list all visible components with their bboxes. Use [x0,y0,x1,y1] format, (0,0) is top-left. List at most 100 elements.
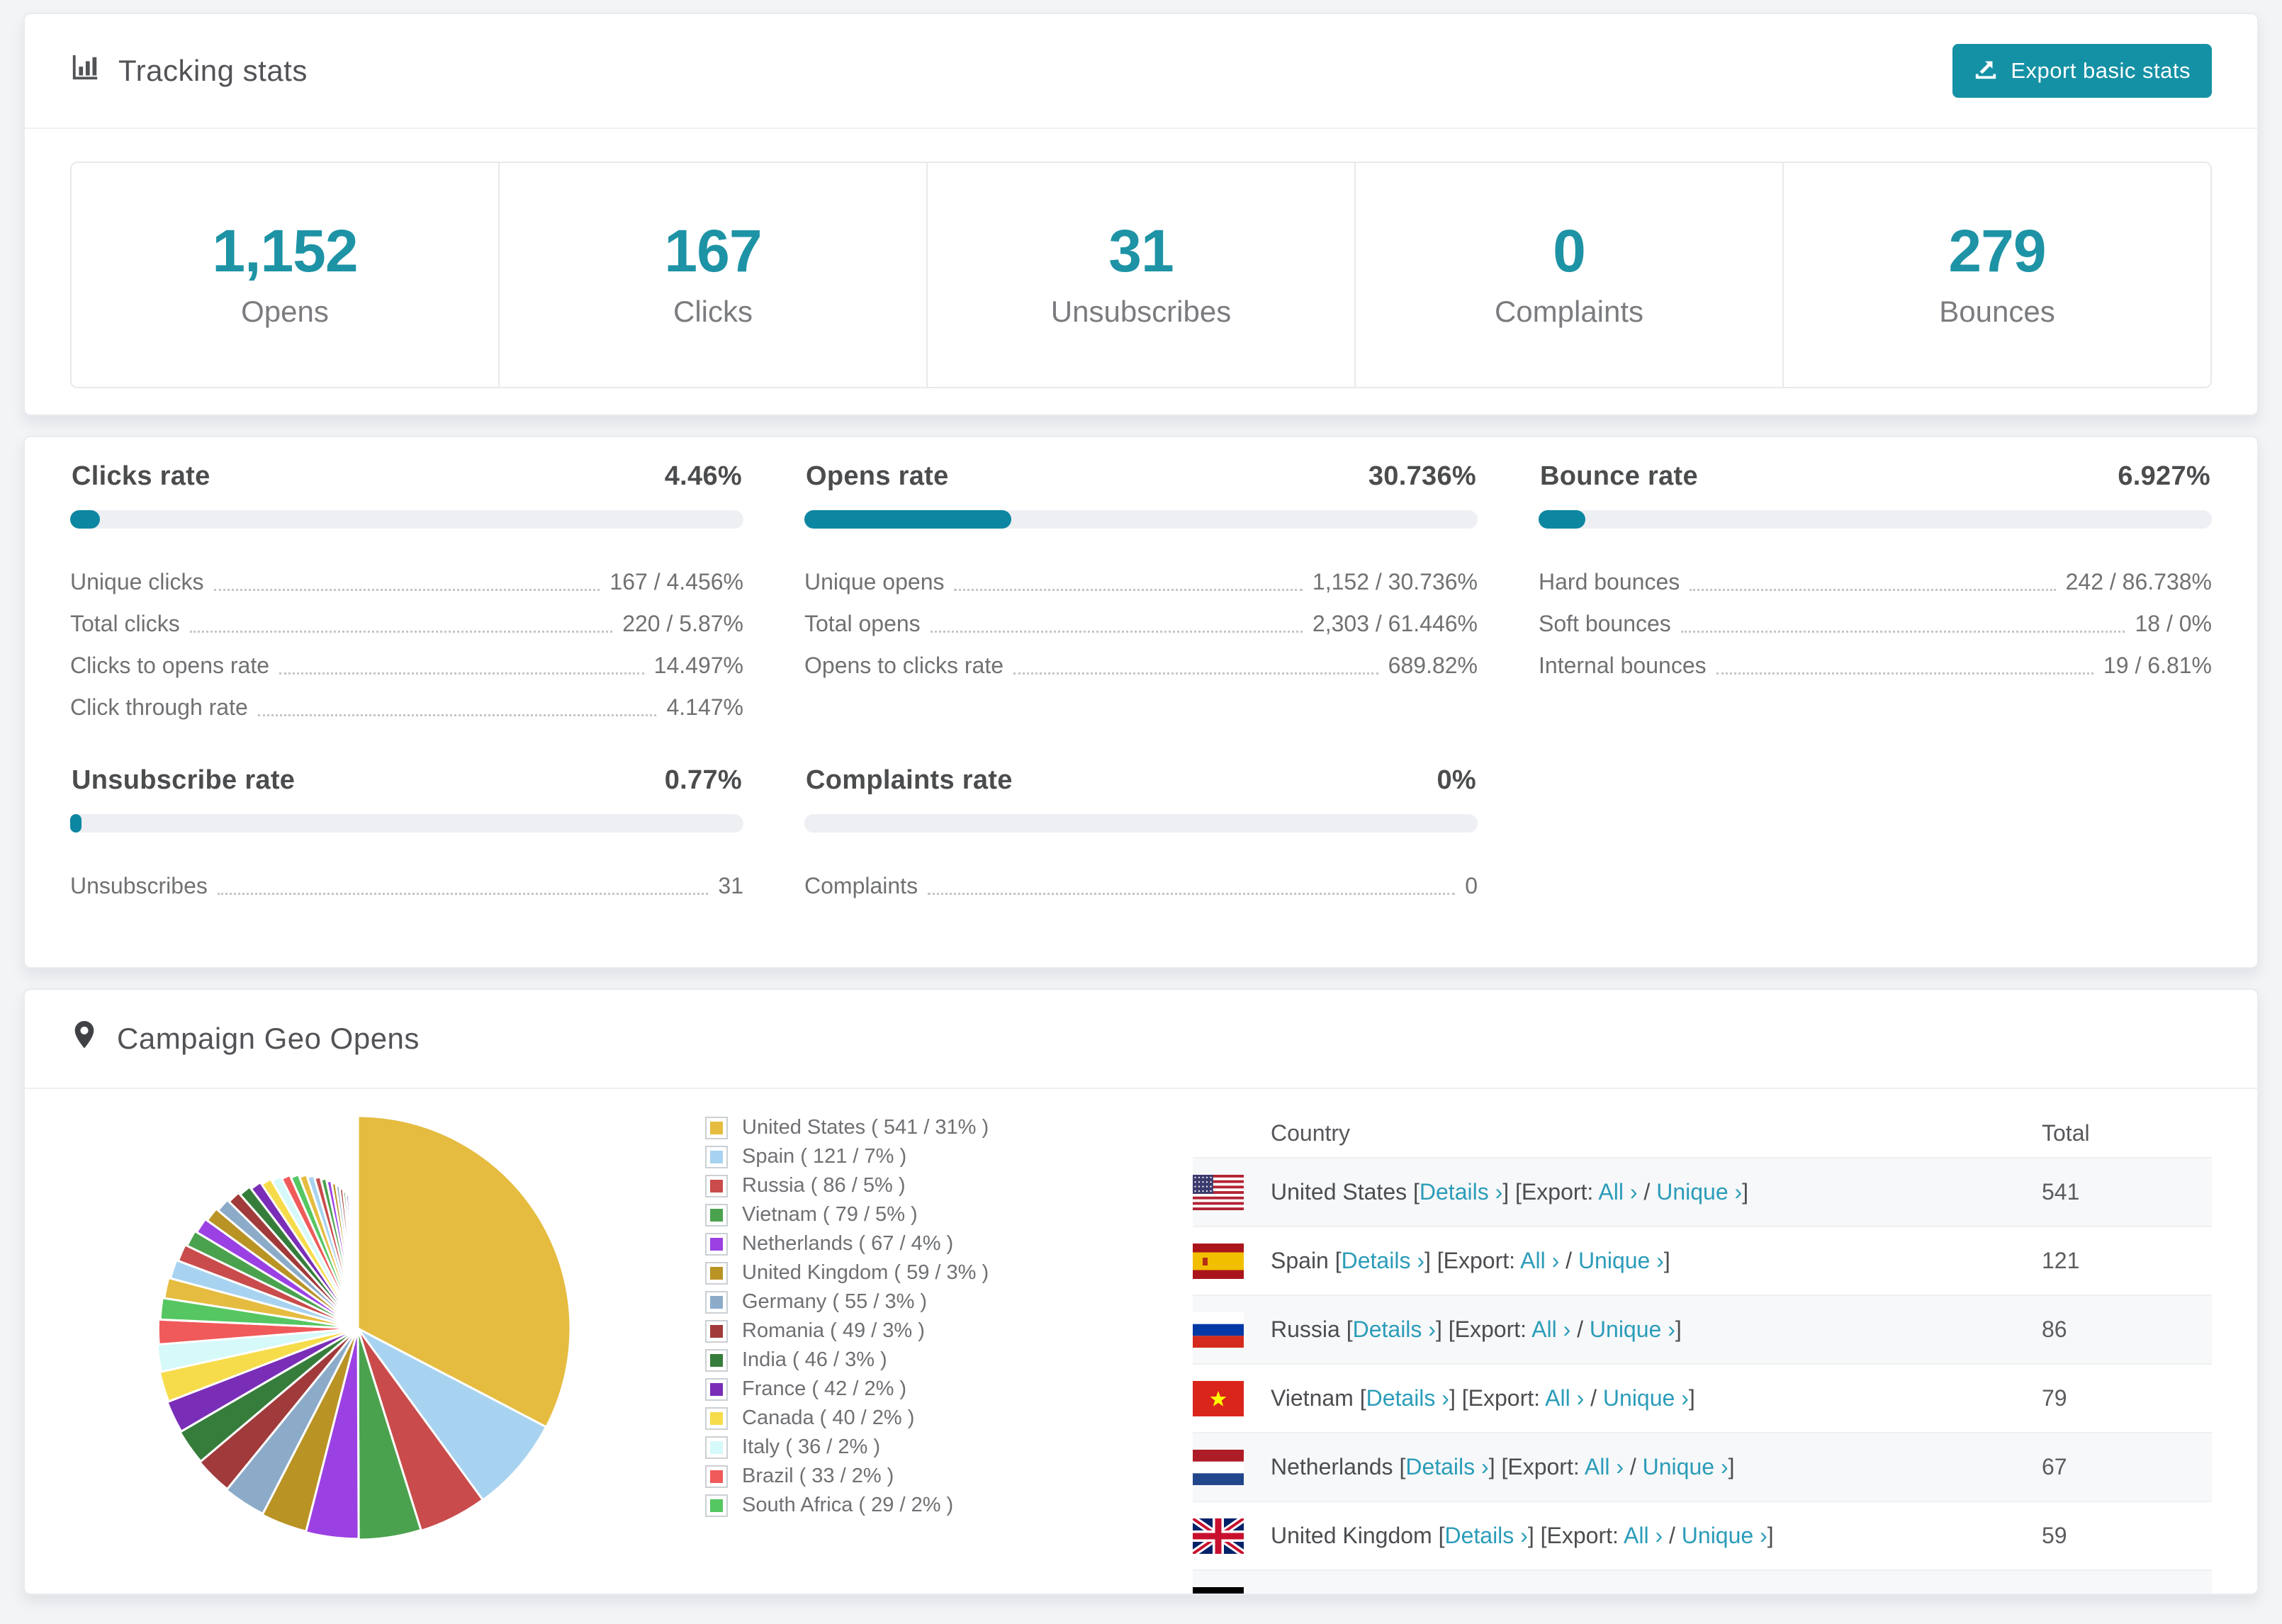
details-link[interactable]: Details › [1405,1454,1488,1479]
progress-bar [804,814,1478,833]
details-link[interactable]: Details › [1444,1523,1527,1548]
rate-row: Clicks to opens rate 14.497% [70,639,743,681]
bracket: ] [Export: [1424,1248,1521,1273]
rate-row: Hard bounces 242 / 86.738% [1539,556,2212,597]
country-name: Vietnam [1271,1385,1354,1411]
rate-title: Bounce rate [1540,461,1698,491]
rate-block-opens-rate: Opens rate 30.736% Unique opens 1,152 / 30.… [804,461,1478,723]
legend-item-russia[interactable]: Russia ( 86 / 5% ) [705,1171,1193,1200]
legend-label: South Africa ( 29 / 2% ) [742,1494,954,1516]
rate-rows: Unique clicks 167 / 4.456% Total clicks 220… [70,556,743,723]
geo-table-header: Country Total [1193,1109,2212,1157]
legend-item-canada[interactable]: Canada ( 40 / 2% ) [705,1404,1193,1433]
details-link[interactable]: Details › [1342,1248,1424,1273]
rates-card: Clicks rate 4.46% Unique clicks 167 / 4.456… [23,436,2259,969]
export-all-link[interactable]: All › [1598,1179,1637,1205]
dotted-leader [1013,672,1378,675]
legend-item-italy[interactable]: Italy ( 36 / 2% ) [705,1433,1193,1462]
export-unique-link[interactable]: Unique › [1578,1248,1664,1273]
progress-bar-fill [70,510,101,529]
country-name: United Kingdom [1271,1523,1432,1548]
export-unique-link[interactable]: Unique › [1603,1385,1689,1411]
details-link[interactable]: Details › [1420,1179,1502,1205]
legend-label: Netherlands ( 67 / 4% ) [742,1232,954,1255]
flag-us-icon [1193,1174,1244,1210]
legend-item-vietnam[interactable]: Vietnam ( 79 / 5% ) [705,1200,1193,1229]
progress-bar [70,510,743,529]
stat-value-complaints: 0 [1553,218,1586,284]
rate-title: Clicks rate [72,461,210,491]
export-unique-link[interactable]: Unique › [1643,1454,1729,1479]
export-unique-link[interactable]: Unique › [1590,1316,1675,1342]
rate-row-label: Unique opens [804,569,945,594]
legend-item-germany[interactable]: Germany ( 55 / 3% ) [705,1287,1193,1316]
legend-label: Russia ( 86 / 5% ) [742,1174,906,1197]
bracket: ] [1675,1316,1682,1342]
progress-bar [804,510,1478,529]
geo-table-header-country: Country [1271,1120,1351,1146]
legend-item-netherlands[interactable]: Netherlands ( 67 / 4% ) [705,1229,1193,1258]
flag-nl-icon [1193,1449,1244,1485]
pie-slice-other[interactable] [356,1214,359,1329]
dotted-leader [1716,672,2093,675]
export-all-link[interactable]: All › [1520,1248,1559,1273]
rate-row-label: Total clicks [70,611,180,636]
rate-value: 0% [1437,765,1476,795]
flag-vn-icon [1193,1380,1244,1416]
export-all-link[interactable]: All › [1585,1454,1624,1479]
stats-row: 1,152 Opens 167 Clicks 31 Unsubscribes 0… [70,162,2212,388]
legend-item-france[interactable]: France ( 42 / 2% ) [705,1375,1193,1404]
legend-swatch-icon [705,1232,728,1256]
bracket: [ [1393,1454,1406,1479]
geo-country-cell: Spain [Details ›] [Export: All › / Uniqu… [1271,1248,2042,1274]
export-all-link[interactable]: All › [1624,1523,1663,1548]
rate-rows: Unsubscribes 31 [70,859,743,901]
stat-cell-complaints: 0 Complaints [1354,163,1782,387]
legend-item-united-states[interactable]: United States ( 541 / 31% ) [705,1113,1193,1142]
progress-bar [70,814,743,833]
rate-row-label: Total opens [804,611,921,636]
bracket: / [1584,1385,1603,1411]
legend-swatch-icon [705,1145,728,1168]
legend-item-romania[interactable]: Romania ( 49 / 3% ) [705,1316,1193,1346]
rate-block-unsubscribe-rate: Unsubscribe rate 0.77% Unsubscribes 31 [70,765,743,901]
geo-title: Campaign Geo Opens [70,1020,420,1058]
rate-row: Unsubscribes 31 [70,859,743,901]
export-all-link[interactable]: All › [1545,1385,1584,1411]
details-link[interactable]: Details › [1353,1316,1436,1342]
details-link[interactable]: Details › [1366,1385,1449,1411]
legend-item-united-kingdom[interactable]: United Kingdom ( 59 / 3% ) [705,1258,1193,1287]
stat-label-bounces: Bounces [1939,295,2055,328]
export-basic-stats-button[interactable]: Export basic stats [1952,44,2212,98]
rate-row: Unique clicks 167 / 4.456% [70,556,743,597]
legend-item-south-africa[interactable]: South Africa ( 29 / 2% ) [705,1491,1193,1520]
rate-row-label: Internal bounces [1539,653,1707,678]
export-unique-link[interactable]: Unique › [1682,1523,1767,1548]
bracket: / [1570,1316,1590,1342]
campaign-geo-opens-card: Campaign Geo Opens United States ( 541 /… [23,988,2259,1595]
legend-item-brazil[interactable]: Brazil ( 33 / 2% ) [705,1462,1193,1491]
legend-swatch-icon [705,1406,728,1430]
legend-label: Romania ( 49 / 3% ) [742,1319,925,1342]
progress-bar [1539,510,2212,529]
export-all-link[interactable]: All › [1531,1316,1570,1342]
rate-rows: Unique opens 1,152 / 30.736% Total opens 2,… [804,556,1478,681]
flag-gb-icon [1193,1518,1244,1554]
geo-country-cell: Vietnam [Details ›] [Export: All › / Uni… [1271,1385,2042,1411]
rate-row-value: 19 / 6.81% [2103,653,2212,678]
legend-item-india[interactable]: India ( 46 / 3% ) [705,1346,1193,1375]
stat-value-bounces: 279 [1948,218,2046,284]
rate-row-label: Unsubscribes [70,873,208,898]
export-unique-link[interactable]: Unique › [1656,1179,1742,1205]
map-pin-icon [70,1020,99,1058]
rate-row: Total clicks 220 / 5.87% [70,597,743,639]
progress-bar-fill [804,510,1011,529]
legend-swatch-icon [705,1319,728,1343]
legend-swatch-icon [705,1116,728,1139]
rate-head: Complaints rate 0% [804,765,1478,796]
geo-table-header-total: Total [2042,1120,2090,1146]
legend-item-spain[interactable]: Spain ( 121 / 7% ) [705,1142,1193,1171]
stats-wrap: 1,152 Opens 167 Clicks 31 Unsubscribes 0… [25,129,2257,415]
progress-bar-fill [70,814,82,833]
rate-row-value: 167 / 4.456% [609,569,743,594]
